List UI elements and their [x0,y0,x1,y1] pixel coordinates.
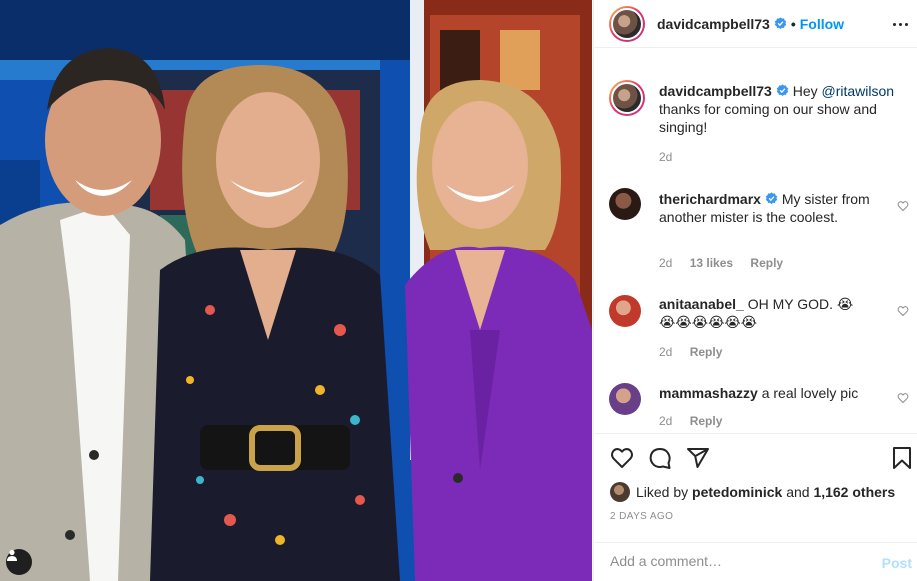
likes-count[interactable]: 1,162 others [813,484,895,500]
user-tag-icon [7,549,17,561]
liker-avatar[interactable] [610,482,630,502]
more-options-button[interactable] [890,14,910,34]
caption: davidcampbell73 Hey @ritawilson thanks f… [609,80,909,170]
author-username[interactable]: davidcampbell73 [657,16,770,32]
separator-dot: • [790,15,796,32]
reply-button[interactable]: Reply [690,345,723,359]
author-avatar[interactable] [609,5,645,42]
caption-body-rest: thanks for coming on our show and singin… [659,101,877,135]
liked-by: Liked by petedominick and 1,162 others [610,482,895,502]
reply-button[interactable]: Reply [750,256,783,270]
comment-age: 2d [659,256,673,270]
caption-age: 2d [659,150,673,164]
commenter-username[interactable]: anitaanabel_ [659,296,744,312]
heart-icon[interactable] [897,392,909,404]
comment-meta: 2d Reply [659,414,722,428]
liked-by-and: and [786,484,810,500]
comment-input[interactable] [610,553,860,569]
user-tag-button[interactable] [6,549,32,575]
comment-item: therichardmarx My sister from another mi… [609,188,909,278]
comment-age: 2d [659,345,673,359]
comment-icon[interactable] [648,446,672,470]
follow-button[interactable]: Follow [800,16,844,32]
reply-button[interactable]: Reply [690,414,723,428]
post-timestamp[interactable]: 2 DAYS AGO [610,511,673,522]
verified-badge-icon [774,17,787,30]
heart-icon[interactable] [897,200,909,212]
verified-badge-icon [776,84,789,97]
commenter-avatar[interactable] [609,188,641,220]
comment-meta: 2d 13 likes Reply [659,256,783,270]
post-header: davidcampbell73 • Follow [594,0,917,48]
verified-badge-icon [765,192,778,205]
comment-body: a real lovely pic [761,385,859,401]
caption-body: Hey [792,83,818,99]
comment-body-line2: 😭😭😭😭😭😭 [659,314,758,330]
comment-text: therichardmarx My sister from another mi… [659,190,895,226]
caption-username[interactable]: davidcampbell73 [659,83,772,99]
studio-photo-illustration [0,0,592,581]
post-actions: Liked by petedominick and 1,162 others 2… [594,433,917,581]
comments-list[interactable]: davidcampbell73 Hey @ritawilson thanks f… [594,48,917,433]
author-avatar[interactable] [609,80,645,116]
post-photo[interactable] [0,0,592,581]
add-comment-bar: Post [594,542,917,581]
more-icon [892,22,896,26]
post-side-panel: davidcampbell73 • Follow davidcampbell73… [593,0,917,581]
comment-meta: 2d Reply [659,345,722,359]
commenter-username[interactable]: mammashazzy [659,385,758,401]
heart-icon[interactable] [897,305,909,317]
commenter-avatar[interactable] [609,295,641,327]
bookmark-icon[interactable] [890,446,914,470]
comment-likes[interactable]: 13 likes [690,256,733,270]
post-comment-button[interactable]: Post [882,555,912,571]
comment-item: anitaanabel_ OH MY GOD. 😭 😭😭😭😭😭😭 2d Repl… [609,295,909,375]
comment-text: anitaanabel_ OH MY GOD. 😭 😭😭😭😭😭😭 [659,295,895,331]
caption-meta: 2d [659,150,672,164]
caption-text: davidcampbell73 Hey @ritawilson thanks f… [659,82,895,136]
comment-item: mammashazzy a real lovely pic 2d Reply [609,383,909,433]
caption-mention[interactable]: @ritawilson [822,83,895,99]
heart-icon[interactable] [610,446,634,470]
comment-text: mammashazzy a real lovely pic [659,384,895,402]
comment-body: OH MY GOD. 😭 [747,296,854,312]
comment-age: 2d [659,414,673,428]
share-icon[interactable] [686,446,710,470]
commenter-username[interactable]: therichardmarx [659,191,761,207]
action-icons [610,446,710,472]
liker-username[interactable]: petedominick [692,484,782,500]
liked-by-label: Liked by [636,484,689,500]
commenter-avatar[interactable] [609,383,641,415]
